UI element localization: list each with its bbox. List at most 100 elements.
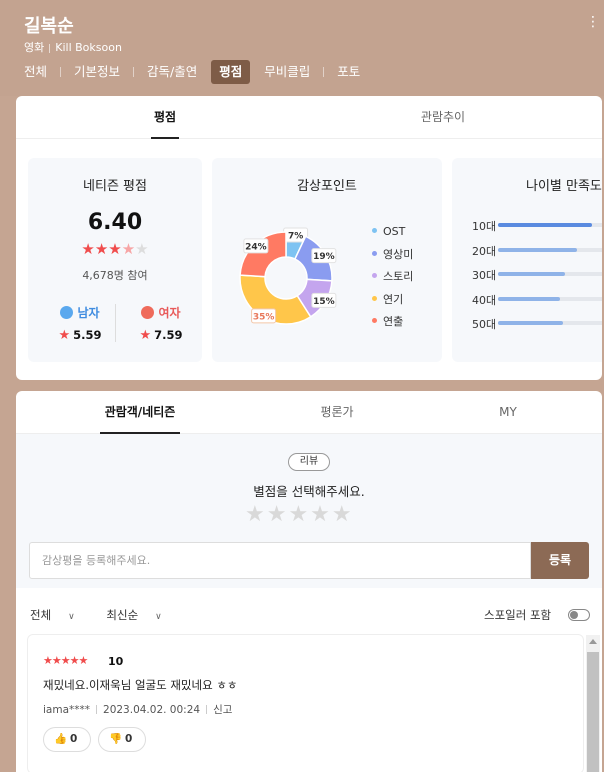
like-button[interactable]: 👍 0 bbox=[43, 727, 91, 752]
panel-title: 나이별 만족도 bbox=[526, 179, 602, 194]
nav-tab-clip[interactable]: 무비클립 bbox=[256, 60, 318, 84]
more-options-icon[interactable]: ⋮ bbox=[586, 14, 600, 30]
star-icon: ★ bbox=[94, 240, 109, 258]
divider bbox=[60, 67, 62, 77]
nav-tab-all[interactable]: 전체 bbox=[16, 60, 55, 84]
legend-label: 연기 bbox=[383, 292, 404, 306]
age-row: 40대 bbox=[472, 292, 602, 307]
legend-item: 연기 bbox=[372, 291, 413, 314]
review-input[interactable]: 감상평을 등록해주세요. bbox=[29, 542, 531, 579]
age-label: 20대 bbox=[472, 244, 497, 258]
donut-legend: OST 영상미 스토리 연기 연출 bbox=[372, 223, 413, 336]
netizen-score: 6.40 bbox=[87, 210, 143, 235]
legend-item: OST bbox=[372, 223, 413, 246]
divider bbox=[206, 705, 208, 714]
sort-label: 최신순 bbox=[106, 608, 139, 622]
netizen-rating-panel: 네티즌 평점 6.40 ★★★★★ 4,678명 참여 남자 ★ 5.59 여자 … bbox=[28, 158, 202, 362]
report-link[interactable]: 신고 bbox=[213, 704, 232, 716]
donut-label-스토리: 15% bbox=[311, 292, 337, 308]
age-label: 40대 bbox=[472, 293, 497, 307]
filter-all-dropdown[interactable]: 전체 ∨ bbox=[30, 608, 89, 622]
donut-label-text: 15% bbox=[313, 297, 335, 307]
legend-label: OST bbox=[383, 225, 406, 238]
dislike-count: 0 bbox=[125, 733, 133, 745]
age-bar bbox=[498, 296, 561, 301]
age-bar-track bbox=[498, 321, 602, 325]
female-label: 여자 bbox=[158, 306, 181, 320]
tab-critic[interactable]: 평론가 bbox=[312, 391, 362, 434]
legend-dot bbox=[372, 318, 377, 323]
movie-subtitle: 영화 Kill Boksoon bbox=[24, 39, 122, 55]
like-count: 0 bbox=[70, 733, 78, 745]
tab-audience[interactable]: 관람객/네티즌 bbox=[100, 391, 180, 434]
male-rating: 남자 ★ 5.59 bbox=[45, 304, 115, 343]
spoiler-toggle[interactable] bbox=[568, 609, 590, 621]
donut-label-연출: 24% bbox=[243, 238, 269, 254]
movie-header: 길복순 ⋮ 영화 Kill Boksoon 전체 기본정보 감독/출연 평점 무비… bbox=[0, 0, 604, 96]
nav-tab-rating[interactable]: 평점 bbox=[211, 60, 251, 84]
donut-label-연기: 35% bbox=[251, 308, 277, 324]
donut-label-text: 35% bbox=[253, 312, 275, 322]
legend-dot bbox=[372, 250, 377, 256]
chevron-down-icon: ∨ bbox=[155, 612, 162, 622]
dislike-button[interactable]: 👎 0 bbox=[98, 727, 146, 752]
scrollbar[interactable] bbox=[586, 635, 600, 772]
tab-rating[interactable]: 평점 bbox=[151, 96, 179, 139]
age-bar-track bbox=[498, 223, 602, 227]
legend-dot bbox=[372, 295, 377, 301]
male-avatar-icon bbox=[60, 306, 74, 319]
age-label: 30대 bbox=[472, 269, 497, 282]
rating-prompt: 별점을 선택해주세요. bbox=[253, 484, 365, 499]
rating-tabs: 평점 관람추이 bbox=[16, 96, 602, 139]
toggle-knob bbox=[570, 611, 578, 619]
sort-dropdown[interactable]: 최신순 ∨ bbox=[106, 608, 175, 622]
legend-item: 영상미 bbox=[372, 246, 413, 269]
tab-trend[interactable]: 관람추이 bbox=[416, 96, 470, 139]
scrollbar-thumb[interactable] bbox=[587, 652, 599, 772]
legend-item: 연출 bbox=[372, 313, 413, 336]
filter-label: 전체 bbox=[30, 608, 52, 622]
tab-my[interactable]: MY bbox=[492, 391, 524, 434]
age-bar bbox=[498, 247, 578, 252]
submit-review-button[interactable]: 등록 bbox=[531, 542, 589, 579]
rating-card: 평점 관람추이 네티즌 평점 6.40 ★★★★★ 4,678명 참여 남자 ★… bbox=[16, 96, 602, 380]
nav-tab-cast[interactable]: 감독/출연 bbox=[139, 60, 205, 84]
legend-dot bbox=[372, 228, 377, 233]
age-satisfaction-panel: 나이별 만족도 10대 20대 30대 40대 50대 bbox=[452, 158, 602, 362]
nav-tab-info[interactable]: 기본정보 bbox=[66, 60, 128, 84]
panel-title: 네티즌 평점 bbox=[83, 179, 147, 194]
age-row: 50대 bbox=[472, 316, 602, 331]
legend-label: 스토리 bbox=[383, 270, 414, 283]
review-date: 2023.04.02. 00:24 bbox=[103, 704, 201, 716]
donut-label-영상미: 19% bbox=[311, 248, 337, 264]
nav-tab-photo[interactable]: 포토 bbox=[329, 60, 368, 84]
star-rating: ★★★★★ bbox=[28, 240, 202, 258]
review-stars: ★★★★★ bbox=[43, 654, 88, 667]
review-item: ★★★★★ 10 재밌네요.이재욱님 얼굴도 재밌네요 ㅎㅎ iama**** 2… bbox=[27, 634, 584, 772]
legend-label: 영상미 bbox=[383, 247, 414, 261]
age-label: 50대 bbox=[472, 318, 497, 331]
legend-dot bbox=[372, 273, 377, 278]
movie-category: 영화 bbox=[24, 41, 45, 54]
legend-item: 스토리 bbox=[372, 268, 413, 291]
age-label: 10대 bbox=[472, 220, 497, 233]
chevron-down-icon: ∨ bbox=[68, 612, 75, 622]
star-icon: ★ bbox=[135, 240, 149, 258]
age-row: 30대 bbox=[472, 267, 602, 282]
donut-label-text: 24% bbox=[245, 242, 267, 252]
review-badge: 리뷰 bbox=[288, 453, 330, 471]
review-text: 재밌네요.이재욱님 얼굴도 재밌네요 ㅎㅎ bbox=[43, 678, 238, 692]
review-tabs: 관람객/네티즌 평론가 MY bbox=[16, 391, 602, 434]
donut-label-text: 7% bbox=[288, 232, 303, 242]
male-label: 남자 bbox=[77, 306, 100, 320]
age-bar-track bbox=[498, 247, 602, 252]
star-half-icon: ★ bbox=[121, 240, 136, 258]
scroll-up-icon[interactable] bbox=[589, 639, 597, 644]
divider bbox=[96, 705, 98, 714]
legend-label: 연출 bbox=[383, 315, 404, 328]
star-rating-input[interactable]: ★★★★★ bbox=[245, 502, 354, 527]
movie-english-title: Kill Boksoon bbox=[55, 41, 122, 54]
review-write-area: 리뷰 별점을 선택해주세요. ★★★★★ 감상평을 등록해주세요. 등록 bbox=[16, 434, 602, 588]
review-card: 관람객/네티즌 평론가 MY 리뷰 별점을 선택해주세요. ★★★★★ 감상평을… bbox=[16, 391, 602, 772]
age-bar bbox=[498, 272, 566, 276]
